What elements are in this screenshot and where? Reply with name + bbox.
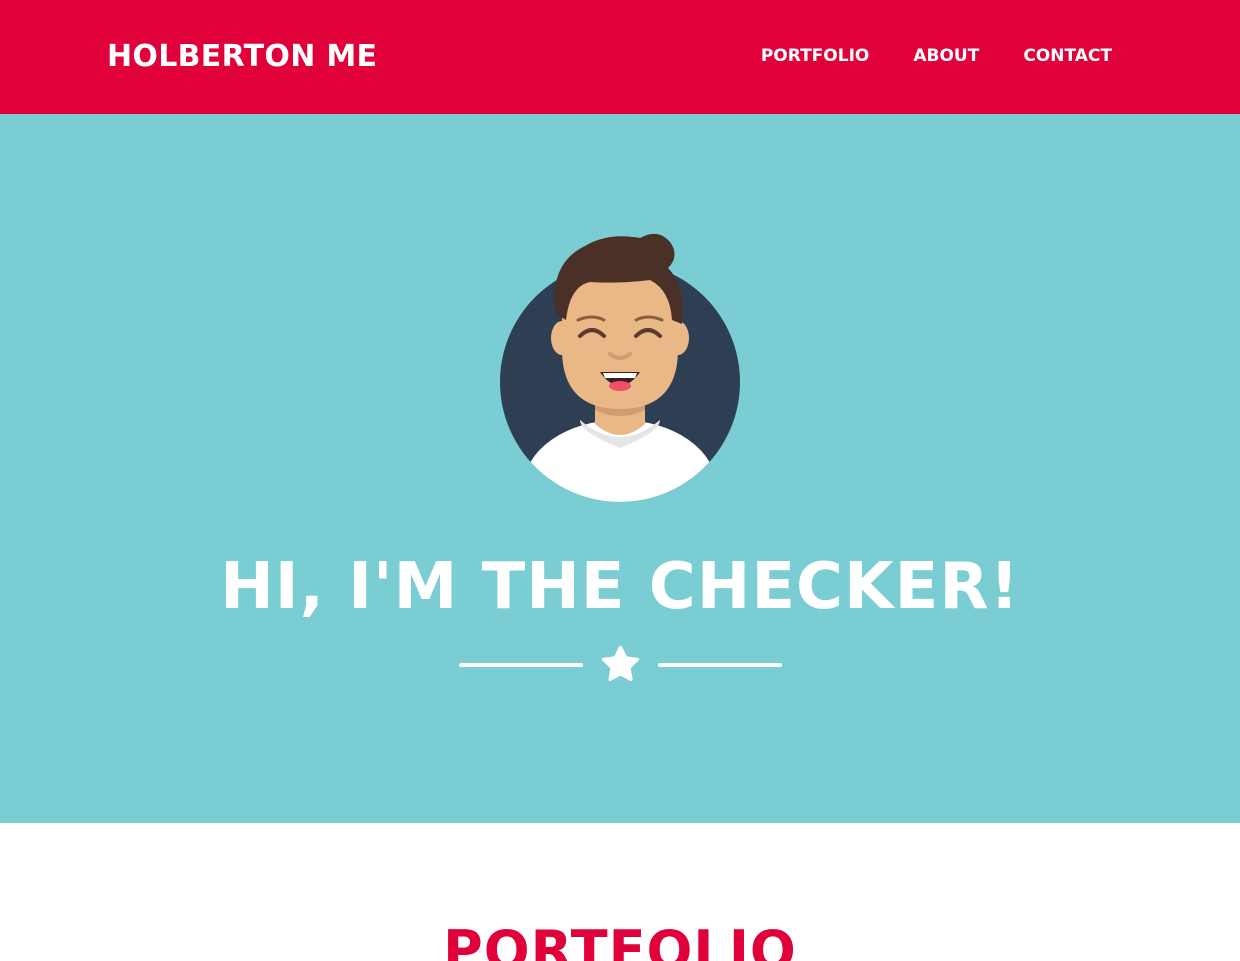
divider-line-left (459, 663, 583, 667)
hero-divider (459, 646, 782, 682)
portfolio-heading: PORTFOLIO (443, 919, 797, 961)
main-nav: PORTFOLIO ABOUT CONTACT (761, 45, 1112, 67)
nav-item-portfolio[interactable]: PORTFOLIO (761, 45, 870, 67)
nav-item-contact[interactable]: CONTACT (1023, 45, 1112, 67)
brand-logo-link[interactable]: HOLBERTON ME (107, 38, 377, 76)
star-icon (601, 646, 640, 682)
hero-section: HI, I'M THE CHECKER! (0, 114, 1240, 823)
hero-headline: HI, I'M THE CHECKER! (220, 550, 1020, 624)
portfolio-section: PORTFOLIO (0, 823, 1240, 961)
avatar (500, 233, 740, 502)
nav-item-about[interactable]: ABOUT (913, 45, 979, 67)
divider-line-right (658, 663, 782, 667)
site-header: HOLBERTON ME PORTFOLIO ABOUT CONTACT (0, 0, 1240, 114)
